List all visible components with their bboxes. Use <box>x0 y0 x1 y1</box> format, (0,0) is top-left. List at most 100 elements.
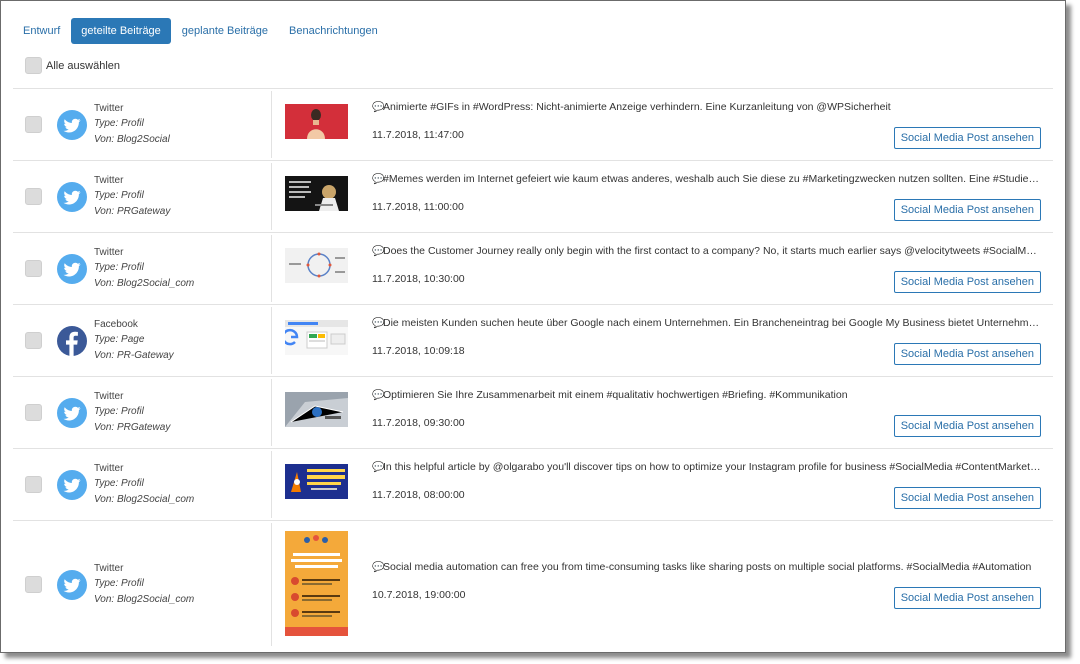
row-checkbox[interactable] <box>25 475 42 493</box>
post-meta: Twitter Type: Profil Von: PRGateway <box>94 173 170 220</box>
comment-icon: 💬 <box>372 390 385 401</box>
post-meta: Twitter Type: Profil Von: Blog2Social_co… <box>94 461 194 508</box>
divider <box>271 163 272 230</box>
post-row: Twitter Type: Profil Von: Blog2Social 💬A… <box>13 89 1053 161</box>
comment-icon: 💬 <box>372 562 385 573</box>
row-checkbox[interactable] <box>25 403 42 421</box>
row-checkbox[interactable] <box>25 331 42 349</box>
posts-panel: Entwurf geteilte Beiträge geplante Beitr… <box>0 0 1066 653</box>
network-name: Twitter <box>94 462 124 474</box>
account-type: Type: Page <box>94 334 145 345</box>
post-text: 💬#Memes werden im Internet gefeiert wie … <box>372 173 1041 185</box>
network-name: Twitter <box>94 562 124 574</box>
comment-icon: 💬 <box>372 318 385 329</box>
account-type: Type: Profil <box>94 190 144 201</box>
twitter-icon <box>57 181 87 212</box>
view-post-button[interactable]: Social Media Post ansehen <box>893 415 1041 437</box>
post-meta: Twitter Type: Profil Von: Blog2Social_co… <box>94 561 194 608</box>
post-text: 💬Does the Customer Journey really only b… <box>372 245 1041 257</box>
post-text: 💬Social media automation can free you fr… <box>372 561 1032 573</box>
twitter-icon <box>57 469 87 500</box>
post-text: 💬Optimieren Sie Ihre Zusammenarbeit mit … <box>372 389 848 401</box>
comment-icon: 💬 <box>372 462 385 473</box>
tab-draft[interactable]: Entwurf <box>13 18 70 44</box>
twitter-icon <box>57 253 87 284</box>
account-type: Type: Profil <box>94 406 144 417</box>
account-type: Type: Profil <box>94 118 144 129</box>
view-post-button[interactable]: Social Media Post ansehen <box>893 271 1041 293</box>
select-all-checkbox[interactable] <box>25 57 42 74</box>
post-row: Twitter Type: Profil Von: PRGateway 💬#Me… <box>13 161 1053 233</box>
row-checkbox[interactable] <box>25 575 42 593</box>
post-thumbnail <box>285 104 348 139</box>
post-row: Twitter Type: Profil Von: Blog2Social_co… <box>13 521 1053 648</box>
view-post-button[interactable]: Social Media Post ansehen <box>893 199 1041 221</box>
row-checkbox[interactable] <box>25 115 42 133</box>
network-name: Twitter <box>94 102 124 114</box>
account-owner: Von: Blog2Social_com <box>94 277 195 289</box>
post-thumbnail <box>285 464 348 499</box>
account-owner: Von: Blog2Social_com <box>94 593 195 605</box>
account-owner: Von: PR-Gateway <box>94 349 174 361</box>
account-owner: Von: PRGateway <box>94 421 171 433</box>
facebook-icon <box>57 325 87 356</box>
select-all-label: Alle auswählen <box>46 59 120 72</box>
post-meta: Twitter Type: Profil Von: PRGateway <box>94 389 170 436</box>
post-thumbnail <box>285 176 348 211</box>
post-thumbnail <box>285 248 348 283</box>
post-list: Twitter Type: Profil Von: Blog2Social 💬A… <box>13 88 1053 648</box>
network-name: Twitter <box>94 246 124 258</box>
network-name: Twitter <box>94 174 124 186</box>
post-date: 11.7.2018, 08:00:00 <box>372 489 465 501</box>
divider <box>271 307 272 374</box>
account-owner: Von: Blog2Social <box>94 133 170 145</box>
post-thumbnail <box>285 320 348 355</box>
row-checkbox[interactable] <box>25 187 42 205</box>
account-type: Type: Profil <box>94 478 144 489</box>
divider <box>271 379 272 446</box>
post-text: 💬Die meisten Kunden suchen heute über Go… <box>372 317 1041 329</box>
comment-icon: 💬 <box>372 174 385 185</box>
post-meta: Twitter Type: Profil Von: Blog2Social <box>94 101 170 148</box>
tab-scheduled-posts[interactable]: geplante Beiträge <box>172 18 278 44</box>
tab-notifications[interactable]: Benachrichtungen <box>279 18 388 44</box>
account-owner: Von: Blog2Social_com <box>94 493 195 505</box>
row-checkbox[interactable] <box>25 259 42 277</box>
post-meta: Facebook Type: Page Von: PR-Gateway <box>94 317 174 364</box>
post-date: 11.7.2018, 10:30:00 <box>372 273 465 285</box>
post-date: 11.7.2018, 11:47:00 <box>372 129 464 141</box>
post-date: 11.7.2018, 10:09:18 <box>372 345 465 357</box>
view-post-button[interactable]: Social Media Post ansehen <box>893 127 1041 149</box>
post-row: Twitter Type: Profil Von: PRGateway 💬Opt… <box>13 377 1053 449</box>
post-date: 11.7.2018, 11:00:00 <box>372 201 464 213</box>
post-text: 💬In this helpful article by @olgarabo yo… <box>372 461 1041 473</box>
divider <box>271 451 272 518</box>
account-owner: Von: PRGateway <box>94 205 171 217</box>
twitter-icon <box>57 397 87 428</box>
post-row: Facebook Type: Page Von: PR-Gateway 💬Die… <box>13 305 1053 377</box>
account-type: Type: Profil <box>94 262 144 273</box>
network-name: Facebook <box>94 318 138 330</box>
view-post-button[interactable]: Social Media Post ansehen <box>893 343 1041 365</box>
post-thumbnail <box>285 531 348 636</box>
post-meta: Twitter Type: Profil Von: Blog2Social_co… <box>94 245 194 292</box>
view-post-button[interactable]: Social Media Post ansehen <box>893 487 1041 509</box>
post-text: 💬Animierte #GIFs in #WordPress: Nicht-an… <box>372 101 891 113</box>
divider <box>271 523 272 646</box>
post-date: 11.7.2018, 09:30:00 <box>372 417 465 429</box>
post-thumbnail <box>285 392 348 427</box>
tab-bar: Entwurf geteilte Beiträge geplante Beitr… <box>13 18 389 44</box>
divider <box>271 91 272 158</box>
account-type: Type: Profil <box>94 578 144 589</box>
comment-icon: 💬 <box>372 246 385 257</box>
twitter-icon <box>57 569 87 600</box>
select-all[interactable]: Alle auswählen <box>25 57 120 74</box>
comment-icon: 💬 <box>372 102 385 113</box>
post-date: 10.7.2018, 19:00:00 <box>372 589 466 601</box>
view-post-button[interactable]: Social Media Post ansehen <box>893 587 1041 609</box>
twitter-icon <box>57 109 87 140</box>
tab-shared-posts[interactable]: geteilte Beiträge <box>71 18 171 44</box>
post-row: Twitter Type: Profil Von: Blog2Social_co… <box>13 233 1053 305</box>
network-name: Twitter <box>94 390 124 402</box>
divider <box>271 235 272 302</box>
